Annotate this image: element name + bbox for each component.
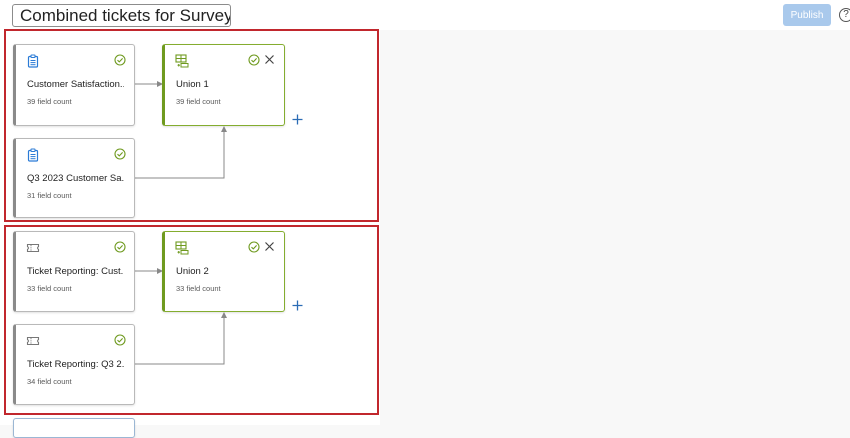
add-node-icon[interactable] — [292, 300, 303, 311]
source-card[interactable]: Customer Satisfaction... 39 field count — [13, 44, 135, 126]
ticket-icon — [26, 336, 40, 346]
check-circle-icon — [114, 334, 126, 346]
check-circle-icon — [114, 148, 126, 160]
field-count: 39 field count — [176, 97, 221, 106]
clipboard-icon — [27, 54, 39, 68]
source-card[interactable]: Ticket Reporting: Q3 2... 34 field count — [13, 324, 135, 405]
field-count: 31 field count — [27, 191, 72, 200]
close-icon[interactable] — [264, 241, 275, 252]
field-count: 39 field count — [27, 97, 72, 106]
union-name: Union 1 — [176, 79, 209, 90]
source-card-partial[interactable] — [13, 418, 135, 438]
check-circle-icon — [248, 54, 260, 66]
check-circle-icon — [114, 241, 126, 253]
field-count: 34 field count — [27, 377, 72, 386]
field-count: 33 field count — [176, 284, 221, 293]
check-circle-icon — [248, 241, 260, 253]
close-icon[interactable] — [264, 54, 275, 65]
add-node-icon[interactable] — [292, 114, 303, 125]
source-name: Ticket Reporting: Q3 2... — [27, 359, 124, 370]
source-card[interactable]: Q3 2023 Customer Sa... 31 field count — [13, 138, 135, 218]
union-table-icon — [175, 241, 189, 255]
field-count: 33 field count — [27, 284, 72, 293]
source-name: Customer Satisfaction... — [27, 79, 124, 90]
source-name: Q3 2023 Customer Sa... — [27, 173, 124, 184]
ticket-icon — [26, 243, 40, 253]
source-name: Ticket Reporting: Cust... — [27, 266, 124, 277]
source-card[interactable]: Ticket Reporting: Cust... 33 field count — [13, 231, 135, 312]
union-table-icon — [175, 54, 189, 68]
union-card[interactable]: Union 2 33 field count — [162, 231, 285, 312]
check-circle-icon — [114, 54, 126, 66]
clipboard-icon — [27, 148, 39, 162]
union-card[interactable]: Union 1 39 field count — [162, 44, 285, 126]
union-name: Union 2 — [176, 266, 209, 277]
